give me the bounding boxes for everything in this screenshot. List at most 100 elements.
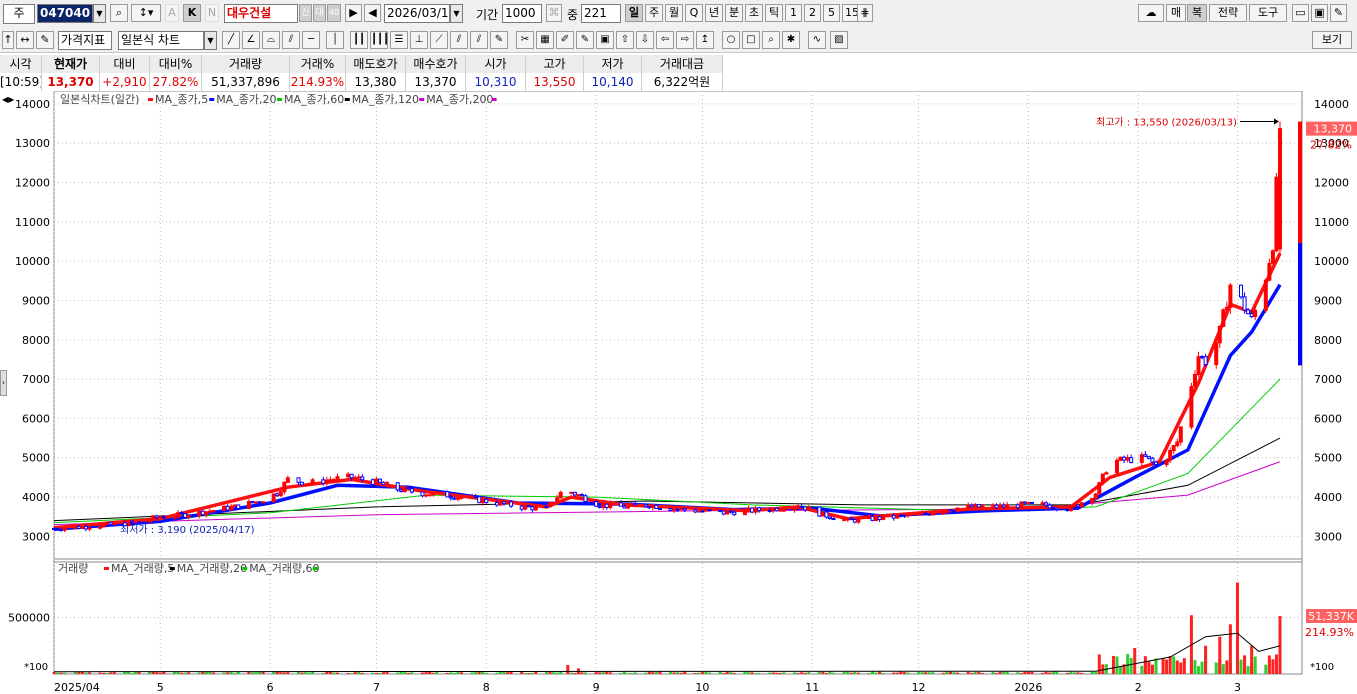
draw-tool-icon[interactable]: ○ [722,31,740,49]
draw-tool-icon[interactable]: ⊥ [410,31,428,49]
period-btn-8[interactable]: 1 [785,4,802,22]
date-dropdown-icon[interactable]: ▼ [450,4,463,23]
draw-tool-icon[interactable]: ╱ [222,31,240,49]
candle-body [211,509,216,512]
tag-btn-2[interactable]: 대 [313,4,326,22]
draw-tool-icon[interactable]: ∿ [808,31,826,49]
prev-arrow-icon[interactable]: ◀ [364,4,381,22]
draw-tool-icon[interactable]: ↥ [696,31,714,49]
draw-tool-icon[interactable]: ⇧ [616,31,634,49]
draw-tool-icon[interactable]: │ [326,31,344,49]
sort-icon[interactable]: ↕▾ [131,4,161,22]
draw-tool-icon[interactable]: ⇩ [636,31,654,49]
draw-tool-icon[interactable]: ∠ [242,31,260,49]
draw-tool-icon[interactable]: ✎ [576,31,594,49]
draw-tool-icon[interactable]: ⫽ [470,31,488,49]
draw-tool-icon[interactable]: ┃┃┃ [370,31,388,49]
draw-tool-icon[interactable]: ✐ [556,31,574,49]
legend-label: MA_종가,120 [352,93,419,106]
period-btn-1[interactable]: 주 [645,4,663,22]
volume-bar [892,672,896,674]
strategy-button[interactable]: 전략 [1209,4,1247,22]
period-input[interactable]: 1000 [502,4,542,23]
lock-icon[interactable]: ⌘ [546,4,562,22]
y-tick-label: 8000 [22,334,50,347]
x-tick-label: 8 [483,681,490,694]
candle-body [757,507,762,511]
a-button[interactable]: A [165,4,179,22]
market-select[interactable]: 주 [3,4,35,24]
next-arrow-icon[interactable]: ▶ [345,4,362,22]
middle-input[interactable]: 221 [581,4,621,23]
candle-body [282,481,287,493]
draw-tool-icon[interactable]: ⇨ [676,31,694,49]
right-btn-1[interactable]: 매 [1166,4,1186,22]
volume-bar [201,672,205,674]
tools-button[interactable]: 도구 [1249,4,1287,22]
candle-body [1029,501,1034,504]
draw-tool-icon[interactable]: ☰ [390,31,408,49]
search-icon[interactable]: ⌕ [110,4,128,22]
right-btn-2[interactable]: 복 [1187,4,1207,22]
view-button[interactable]: 보기 [1312,31,1352,49]
tag-btn-3[interactable]: 40 [327,4,341,22]
draw-tool-icon[interactable]: ✂ [516,31,534,49]
period-btn-10[interactable]: 5 [823,4,840,22]
draw-tool-icon[interactable]: ⇦ [656,31,674,49]
y-tick-label: 12000 [15,177,50,190]
tag-btn-1[interactable]: 신 [299,4,312,22]
draw-tool-icon[interactable]: ⌕ [762,31,780,49]
volume-bar [824,673,828,674]
candle-body [1097,482,1102,495]
draw-tool-icon[interactable]: ⫽ [282,31,300,49]
period-btn-6[interactable]: 초 [745,4,763,22]
price-chart[interactable]: 3000 3000 4000 4000 5000 5000 6000 6000 7000 7000… [0,91,1357,694]
stock-code-input[interactable]: 047040 [37,4,93,23]
period-btn-0[interactable]: 일 [625,4,643,22]
folder-icon[interactable]: ▭ [1292,4,1309,22]
cloud-icon[interactable]: ☁ [1138,4,1164,22]
draw-tool-icon[interactable]: ⌓ [262,31,280,49]
draw-tool-icon[interactable]: ▣ [596,31,614,49]
draw-tool-icon[interactable]: ▦ [536,31,554,49]
draw-tool-icon[interactable]: ⫽ [450,31,468,49]
candle-body [682,507,687,511]
volume-bar [530,672,534,674]
stock-name-field[interactable]: 대우건설 [224,4,298,23]
period-label: 기간 [476,8,499,22]
draw-tool-icon[interactable]: ▨ [830,31,848,49]
period-btn-5[interactable]: 분 [725,4,743,22]
period-btn-7[interactable]: 틱 [765,4,783,22]
candle-body [803,506,808,511]
stock-code-dropdown-icon[interactable]: ▼ [93,4,106,23]
draw-tool-icon[interactable]: ⟋ [430,31,448,49]
draw-tool-icon[interactable]: ✎ [490,31,508,49]
period-btn-3[interactable]: Q [685,4,703,22]
chart-type-select[interactable]: 일본식 차트 [118,31,204,50]
up-arrow-icon[interactable]: ↑ [2,31,14,49]
draw-tool-icon[interactable]: ─ [302,31,320,49]
left-right-icon[interactable]: ↔ [16,31,34,49]
volume-bar [647,671,651,674]
grid-icon[interactable]: ⋕ [857,4,873,22]
draw-tool-icon[interactable]: ┃┃ [350,31,368,49]
period-btn-4[interactable]: 년 [705,4,723,22]
draw-tool-icon[interactable]: ✱ [782,31,800,49]
side-panel-toggle[interactable]: › [0,370,7,396]
volume-bar [1002,671,1006,674]
n-button[interactable]: N [205,4,219,22]
volume-bar [250,672,254,674]
edit-icon[interactable]: ✎ [36,31,54,49]
indicator-select[interactable]: 가격지표 [58,31,112,50]
save-icon[interactable]: ▣ [1311,4,1328,22]
chart-type-dropdown-icon[interactable]: ▼ [204,31,217,50]
date-input[interactable]: 2026/03/13 [384,4,450,23]
draw-tool-icon[interactable]: □ [742,31,760,49]
period-btn-2[interactable]: 월 [665,4,683,22]
period-btn-9[interactable]: 2 [804,4,821,22]
candle-body [1100,473,1105,484]
k-button[interactable]: K [183,4,201,22]
volume-bar [871,671,875,674]
wrench-icon[interactable]: ✎ [1330,4,1347,22]
candle-body [1214,342,1219,366]
